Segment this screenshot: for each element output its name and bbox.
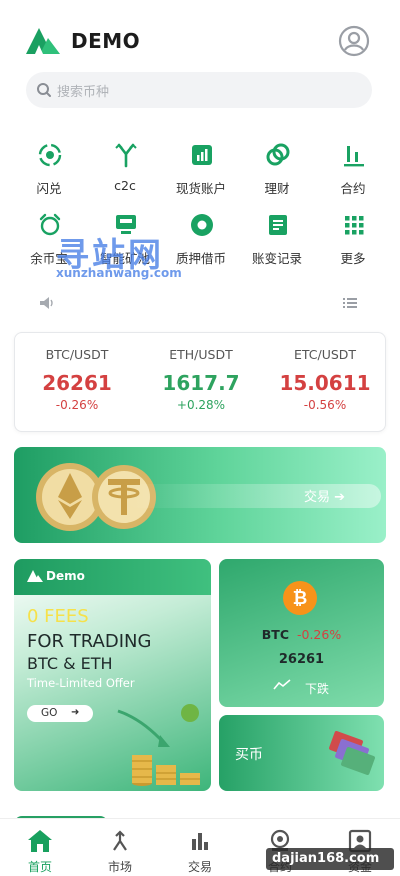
menu-item-c2c[interactable]: c2c	[87, 138, 163, 198]
btc-symbol: BTC	[261, 627, 289, 642]
more-grid-icon	[345, 216, 364, 235]
tab-trade[interactable]: 交易	[160, 819, 240, 876]
menu-item-account-records[interactable]: 账变记录	[239, 208, 315, 268]
tab-market[interactable]: 市场	[80, 819, 160, 876]
contract-bars-icon	[344, 146, 364, 167]
search-input[interactable]: 搜索币种	[26, 72, 372, 108]
ticker-btc[interactable]: BTC/USDT 26261 -0.26%	[15, 347, 139, 412]
ticker-change: -0.56%	[303, 398, 347, 412]
promo-header: Demo	[14, 559, 211, 595]
market-icon	[113, 830, 127, 851]
promo-card[interactable]: Demo 0 FEES FOR TRADING BTC & ETH Time-L…	[14, 559, 211, 791]
search-icon	[37, 83, 51, 97]
pledge-icon	[191, 214, 213, 236]
arrow-right-icon: ➜	[71, 707, 80, 718]
svg-text:₿: ₿	[293, 588, 308, 609]
spot-account-icon	[192, 145, 212, 165]
banknotes-illustration	[329, 731, 375, 775]
list-icon[interactable]	[342, 295, 358, 311]
alarm-icon	[39, 213, 61, 236]
btc-symbol-row: BTC -0.26%	[219, 627, 384, 642]
promo-fees: 0 FEES	[27, 606, 89, 627]
speaker-icon	[40, 297, 53, 309]
brand-name: DEMO	[71, 29, 141, 53]
ticker-price: 1617.7	[162, 371, 240, 395]
menu-item-wealth[interactable]: 理财	[239, 138, 315, 198]
buy-crypto-card[interactable]: 买币	[219, 715, 384, 791]
search-placeholder: 搜索币种	[57, 85, 110, 100]
ticker-price: 15.0611	[279, 371, 371, 395]
ticker-etc[interactable]: ETC/USDT 15.0611 -0.56%	[263, 347, 387, 412]
swap-icon	[38, 143, 62, 167]
promo-subheadline: BTC & ETH	[27, 654, 113, 673]
menu-item-yubibao[interactable]: 余币宝	[11, 208, 87, 268]
user-avatar-icon[interactable]	[338, 25, 370, 57]
menu-item-mining-pool[interactable]: 智能矿池	[87, 208, 163, 268]
logo-icon	[26, 28, 60, 54]
go-button[interactable]: GO ➜	[27, 705, 93, 722]
ticker-change: +0.28%	[176, 398, 226, 412]
btc-trend-label: 下跌	[305, 682, 330, 696]
menu-item-pledge-loan[interactable]: 质押借币	[163, 208, 239, 268]
btc-price: 26261	[278, 652, 325, 667]
site-watermark: dajian168.com	[266, 848, 394, 870]
menu-item-spot-account[interactable]: 现货账户	[163, 138, 239, 198]
buy-crypto-label: 买币	[235, 747, 263, 763]
mining-pool-icon	[116, 215, 136, 234]
record-icon	[269, 215, 287, 235]
market-ticker-card: BTC/USDT 26261 -0.26% ETH/USDT 1617.7 +0…	[14, 332, 386, 432]
menu-item-flash-swap[interactable]: 闪兑	[11, 138, 87, 198]
ticker-eth[interactable]: ETH/USDT 1617.7 +0.28%	[139, 347, 263, 412]
promo-brand: Demo	[46, 569, 85, 583]
tab-home[interactable]: 首页	[0, 819, 80, 876]
trade-banner[interactable]: 交易 ➔	[14, 447, 386, 543]
bitcoin-icon: ₿	[283, 581, 317, 615]
watermark-url: xunzhanwang.com	[56, 266, 182, 280]
menu-item-more[interactable]: 更多	[315, 208, 391, 268]
rings-icon	[266, 143, 290, 166]
ticker-price: 26261	[42, 371, 112, 395]
coin-stack-illustration	[117, 704, 200, 786]
logo-icon	[27, 570, 43, 582]
btc-change: -0.26%	[297, 627, 342, 642]
fork-icon	[115, 143, 137, 168]
menu-item-contract[interactable]: 合约	[315, 138, 391, 198]
trade-button[interactable]: 交易 ➔	[304, 486, 345, 505]
promo-headline: FOR TRADING	[27, 631, 152, 652]
btc-card[interactable]: ₿ BTC -0.26% 26261 下跌	[219, 559, 384, 707]
home-icon	[28, 830, 52, 852]
trade-icon	[192, 833, 208, 850]
promo-offer: Time-Limited Offer	[27, 676, 135, 690]
ticker-change: -0.26%	[55, 398, 99, 412]
notice-bar[interactable]	[0, 290, 400, 316]
trend-down-icon	[273, 679, 291, 690]
app-header: DEMO	[0, 0, 400, 80]
